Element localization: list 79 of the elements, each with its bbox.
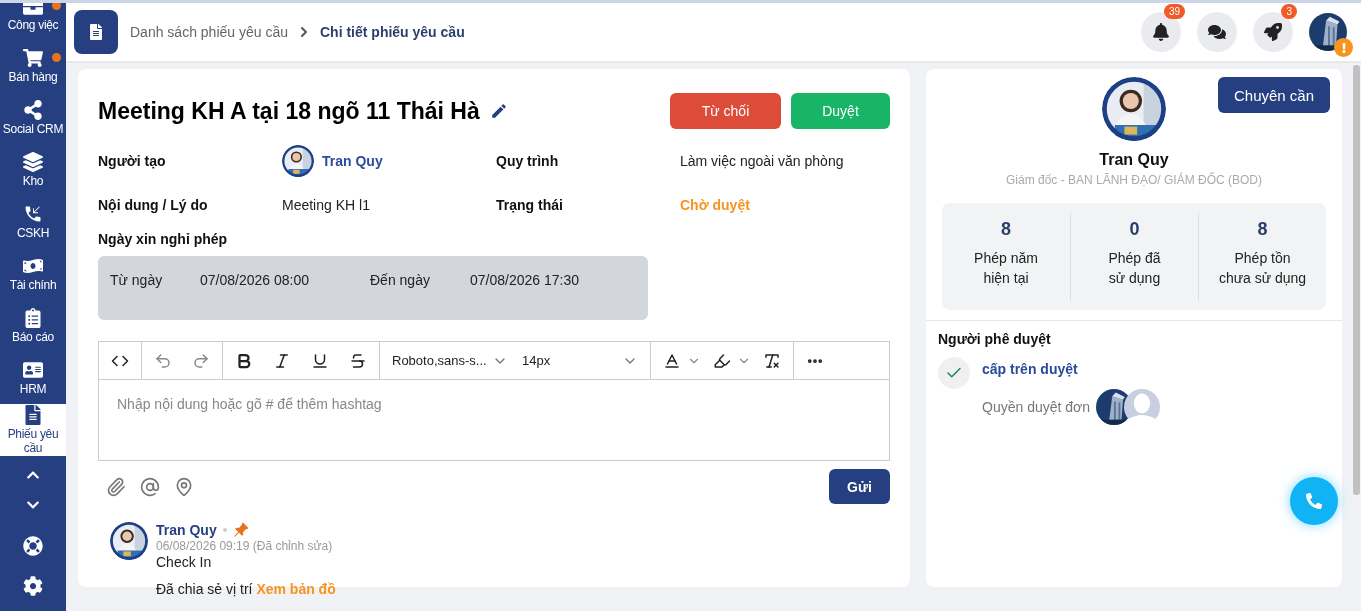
sidebar-item[interactable]: Công việc bbox=[0, 3, 66, 40]
field-label: Trạng thái bbox=[496, 197, 564, 213]
sidebar-item[interactable]: Tài chính bbox=[0, 248, 66, 300]
from-date: 07/08/2026 08:00 bbox=[200, 272, 310, 290]
bell-icon bbox=[1152, 23, 1170, 41]
layers-icon bbox=[23, 151, 43, 172]
count-badge: 39 bbox=[1163, 4, 1185, 19]
document-logo bbox=[74, 10, 118, 54]
field-value: Làm việc ngoài văn phòng bbox=[680, 153, 845, 169]
bold-icon[interactable] bbox=[235, 351, 253, 370]
location-pin-icon[interactable] bbox=[174, 476, 194, 497]
send-button[interactable]: Gửi bbox=[829, 469, 890, 504]
sidebar-item[interactable]: Phiếu yêu cầu bbox=[0, 404, 66, 456]
stat-label: Phép năm hiện tại bbox=[974, 249, 1038, 289]
sidebar-item[interactable]: CSKH bbox=[0, 196, 66, 248]
edit-icon[interactable] bbox=[489, 102, 508, 120]
field-label: Nội dung / Lý do bbox=[98, 197, 209, 213]
attendance-button[interactable]: Chuyên cần bbox=[1218, 77, 1330, 113]
id-card-icon bbox=[23, 359, 43, 380]
field-label: Quy trình bbox=[496, 153, 560, 169]
scrollbar[interactable] bbox=[1353, 65, 1360, 495]
text-color-icon[interactable] bbox=[663, 351, 701, 370]
sidebar-item[interactable]: Báo cáo bbox=[0, 300, 66, 352]
stat-value: 8 bbox=[1001, 219, 1011, 240]
comment-editor[interactable]: Roboto,sans-s... 14px Nhập nội dung hoặc gõ # để thêm hashtag bbox=[98, 341, 890, 461]
share-icon bbox=[23, 99, 43, 120]
document-icon bbox=[23, 405, 43, 426]
chat-button[interactable] bbox=[1197, 12, 1237, 52]
request-title: Meeting KH A tại 18 ngõ 11 Thái Hà bbox=[98, 97, 480, 125]
clipboard-icon bbox=[23, 307, 43, 328]
warning-icon bbox=[1334, 38, 1353, 57]
comment-time: 06/08/2026 09:19 (Đã chỉnh sửa) bbox=[156, 539, 334, 553]
breadcrumb-link[interactable]: Chi tiết phiếu yêu cầu bbox=[320, 24, 465, 40]
italic-icon[interactable] bbox=[273, 351, 291, 370]
section-heading: Ngày xin nghỉ phép bbox=[98, 231, 229, 247]
phone-icon bbox=[1306, 493, 1322, 509]
to-date: 07/08/2026 17:30 bbox=[470, 272, 580, 290]
font-select[interactable]: Roboto,sans-s... bbox=[392, 352, 508, 369]
mention-icon[interactable] bbox=[140, 476, 160, 497]
section-heading: Người phê duyệt bbox=[926, 320, 1342, 357]
profile-name: Tran Quy bbox=[1099, 151, 1169, 169]
status-value: Chờ duyệt bbox=[680, 197, 751, 213]
rocket-icon bbox=[1264, 23, 1282, 41]
field-value: Meeting KH l1 bbox=[282, 197, 371, 213]
comment-author[interactable]: Tran Quy bbox=[156, 522, 217, 538]
redo-icon[interactable] bbox=[192, 351, 210, 370]
profile-role: Giám đốc - BAN LÃNH ĐẠO/ GIÁM ĐỐC (BOD) bbox=[1005, 173, 1262, 187]
settings-icon[interactable] bbox=[23, 576, 43, 596]
count-badge: 3 bbox=[1281, 4, 1297, 19]
role-label: Quyền duyệt đơn bbox=[982, 399, 1091, 415]
comment-text: Check In bbox=[156, 554, 213, 570]
cart-icon bbox=[23, 47, 43, 68]
creator-name[interactable]: Tran Quy bbox=[322, 153, 383, 169]
stat-label: Phép tồn chưa sử dụng bbox=[1218, 249, 1307, 289]
stat-value: 8 bbox=[1257, 219, 1268, 240]
sidebar-item[interactable]: Social CRM bbox=[0, 92, 66, 144]
paperclip-icon[interactable] bbox=[106, 476, 126, 497]
stat-value: 0 bbox=[1129, 219, 1140, 240]
field-label: Người tạo bbox=[98, 153, 167, 169]
help-icon[interactable] bbox=[23, 536, 43, 556]
step-title: cấp trên duyệt bbox=[982, 361, 1079, 377]
reject-button[interactable]: Từ chối bbox=[670, 93, 781, 129]
avatar-placeholder bbox=[1124, 389, 1161, 425]
stat-label: Phép đã sử dụng bbox=[1108, 249, 1161, 289]
share-text: Đã chia sẻ vị trí Xem bản đồ bbox=[156, 581, 336, 597]
underline-icon[interactable] bbox=[311, 351, 329, 370]
sidebar-item[interactable]: Bán hàng bbox=[0, 40, 66, 92]
from-label: Từ ngày bbox=[110, 272, 164, 290]
sidebar-item[interactable]: Kho bbox=[0, 144, 66, 196]
undo-icon[interactable] bbox=[154, 351, 172, 370]
to-label: Đến ngày bbox=[370, 272, 431, 290]
clear-format-icon[interactable] bbox=[763, 351, 781, 370]
strikethrough-icon[interactable] bbox=[349, 351, 367, 370]
highlighter-icon[interactable] bbox=[713, 351, 751, 370]
chat-icon bbox=[1208, 23, 1226, 41]
sidebar-item[interactable]: HRM bbox=[0, 352, 66, 404]
separator-dot bbox=[222, 528, 227, 532]
breadcrumb-link[interactable]: Danh sách phiếu yêu cầu bbox=[130, 24, 288, 40]
size-select[interactable]: 14px bbox=[522, 352, 638, 369]
